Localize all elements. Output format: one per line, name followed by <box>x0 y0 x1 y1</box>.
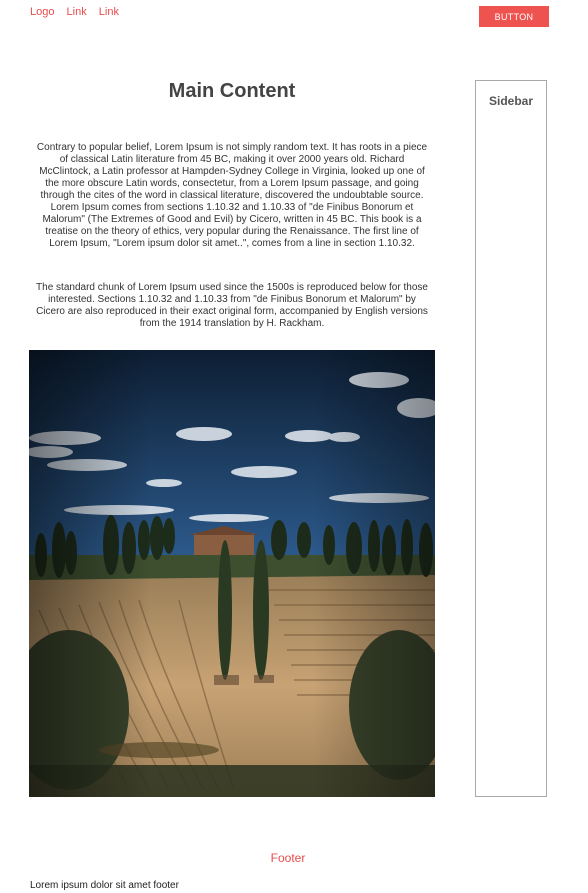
landscape-image <box>29 350 435 797</box>
sidebar-title: Sidebar <box>488 94 533 108</box>
logo-link[interactable]: Logo <box>30 6 54 18</box>
footer-text: Lorem ipsum dolor sit amet footer <box>30 880 179 891</box>
header-button[interactable]: BUTTON <box>479 6 549 27</box>
top-nav: Logo Link Link <box>30 6 128 18</box>
page-title: Main Content <box>168 80 296 102</box>
second-paragraph: The standard chunk of Lorem Ipsum used s… <box>36 282 428 329</box>
nav-link-1[interactable]: Link <box>67 6 87 18</box>
nav-link-2[interactable]: Link <box>99 6 119 18</box>
footer-title: Footer <box>270 851 306 865</box>
sidebar: Sidebar <box>475 80 547 797</box>
intro-paragraph: Contrary to popular belief, Lorem Ipsum … <box>36 142 428 249</box>
